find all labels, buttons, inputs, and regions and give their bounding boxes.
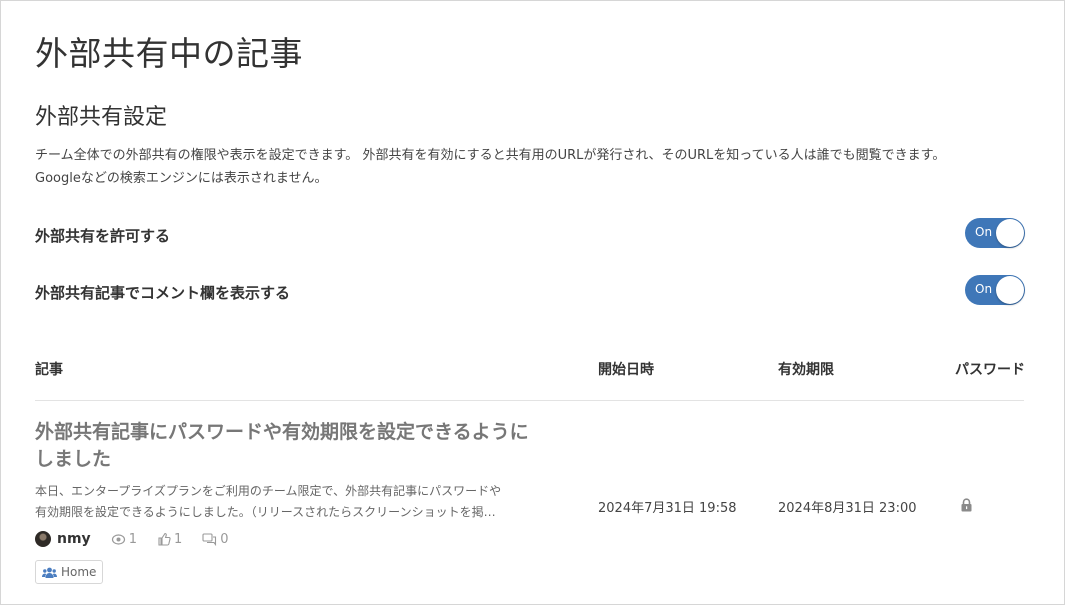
toggle-state-label: On	[975, 225, 993, 239]
people-icon	[42, 567, 57, 578]
comment-count-value: 0	[220, 531, 229, 547]
article-title-link[interactable]: 外部共有記事にパスワードや有効期限を設定できるようにしました	[35, 419, 545, 473]
article-meta: nmy 1 1 0	[35, 530, 229, 548]
page-title: 外部共有中の記事	[35, 34, 303, 73]
eye-icon	[111, 533, 125, 545]
comment-count: 0	[202, 531, 229, 547]
column-header-start: 開始日時	[598, 362, 654, 378]
show-comments-toggle[interactable]: On	[965, 275, 1025, 305]
like-count-value: 1	[173, 531, 183, 547]
view-count-value: 1	[128, 531, 137, 547]
expiry-datetime: 2024年8月31日 23:00	[778, 501, 917, 516]
setting-allow-sharing: 外部共有を許可する On	[35, 218, 1025, 250]
settings-description: チーム全体での外部共有の権限や表示を設定できます。 外部共有を有効にすると共有用…	[35, 144, 1025, 190]
article-excerpt: 本日、エンタープライズプランをご利用のチーム限定で、外部共有記事にパスワードや …	[35, 481, 547, 523]
thumbs-up-icon	[158, 532, 171, 546]
start-datetime: 2024年7月31日 19:58	[598, 501, 737, 516]
toggle-knob	[996, 276, 1024, 304]
table-divider	[35, 400, 1024, 401]
view-count: 1	[111, 532, 137, 547]
column-header-expiry: 有効期限	[778, 362, 834, 378]
setting-label: 外部共有記事でコメント欄を表示する	[35, 284, 291, 302]
column-header-article: 記事	[35, 362, 63, 378]
page-frame: 外部共有中の記事 外部共有設定 チーム全体での外部共有の権限や表示を設定できます…	[0, 0, 1065, 605]
excerpt-line: 有効期限を設定できるようにしました。（リリースされたらスクリーンショットを掲…	[35, 505, 496, 519]
tag-label: Home	[61, 565, 97, 579]
author-name[interactable]: nmy	[57, 531, 91, 547]
like-count: 1	[157, 532, 182, 547]
comment-icon	[202, 532, 217, 546]
setting-show-comments: 外部共有記事でコメント欄を表示する On	[35, 275, 1025, 307]
toggle-knob	[996, 219, 1024, 247]
group-tag[interactable]: Home	[35, 560, 104, 584]
column-header-password: パスワード	[955, 362, 1025, 378]
section-title: 外部共有設定	[35, 105, 168, 130]
setting-label: 外部共有を許可する	[35, 227, 171, 245]
avatar[interactable]	[35, 531, 51, 547]
allow-sharing-toggle[interactable]: On	[965, 218, 1025, 248]
toggle-state-label: On	[975, 282, 993, 296]
description-line: Googleなどの検索エンジンには表示されません。	[35, 171, 328, 186]
excerpt-line: 本日、エンタープライズプランをご利用のチーム限定で、外部共有記事にパスワードや	[35, 484, 502, 498]
lock-icon	[961, 498, 972, 512]
description-line: チーム全体での外部共有の権限や表示を設定できます。 外部共有を有効にすると共有用…	[35, 148, 946, 163]
